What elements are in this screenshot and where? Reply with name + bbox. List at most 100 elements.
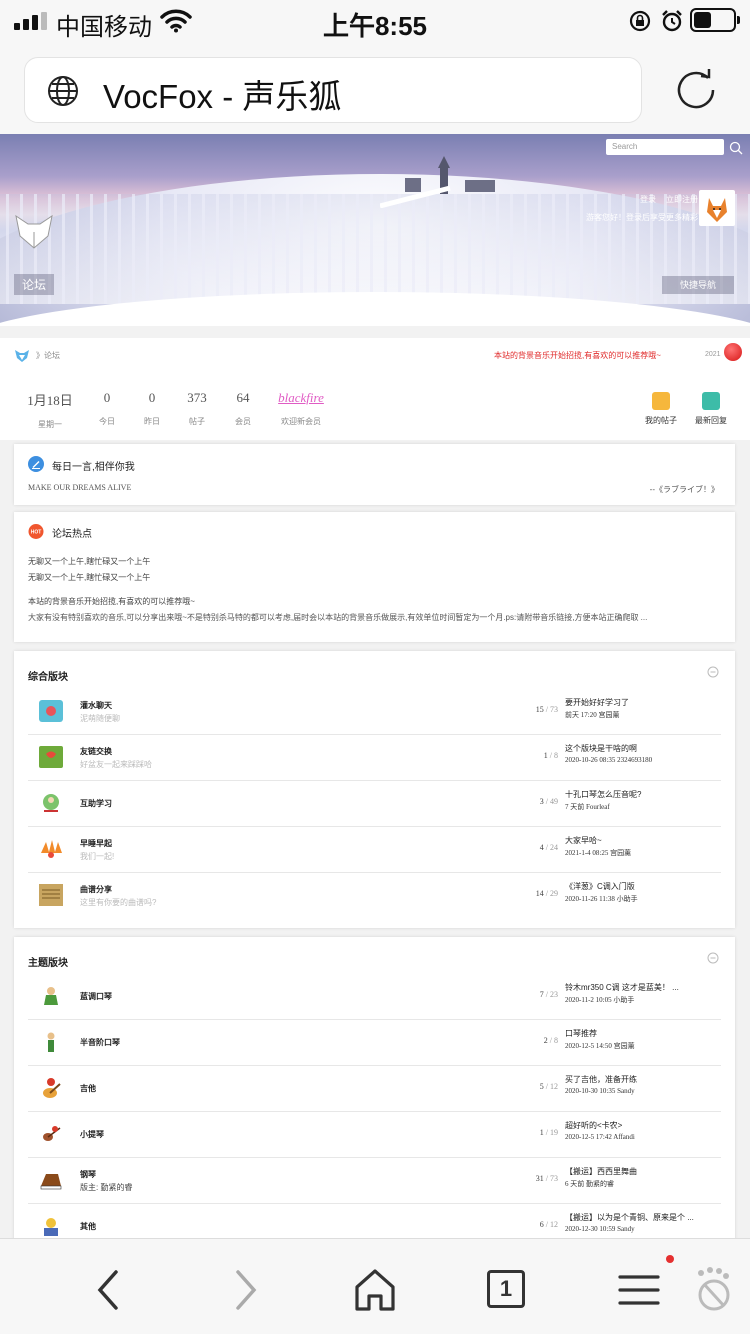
ad-block-icon[interactable] (690, 1265, 736, 1315)
avatar[interactable] (699, 190, 735, 226)
last-post-title[interactable]: 【搬运】以为是个青铜、原来是个 ... (565, 1212, 694, 1223)
post-count: 8 (554, 1036, 558, 1045)
forum-row[interactable]: 互助学习 3 / 49 十孔口琴怎么压音呢? 7 天前 Fourleaf (28, 781, 721, 827)
forum-name[interactable]: 吉他 (80, 1083, 96, 1094)
last-post-meta: 2020-10-30 10:35 Sandy (565, 1087, 635, 1095)
stat-date: 1月18日 星期一 (20, 390, 80, 430)
pen-icon (28, 456, 44, 472)
post-count: 23 (550, 990, 558, 999)
forum-name[interactable]: 其他 (80, 1221, 96, 1232)
post-count: 19 (550, 1128, 558, 1137)
sheet-music-icon (39, 884, 63, 906)
latest-replies-button[interactable]: 最新回复 (689, 392, 733, 426)
forum-name[interactable]: 灌水聊天 (80, 700, 112, 711)
blues-harmonica-icon (44, 987, 58, 1005)
forum-row[interactable]: 早睡早起 我们一起! 4 / 24 大家早哈~ 2021-1-4 08:25 宫… (28, 827, 721, 873)
last-post-meta: 前天 17:20 宫园薰 (565, 711, 620, 719)
last-post-title[interactable]: 超好听的<卡农> (565, 1120, 622, 1131)
register-link[interactable]: 立即注册 (666, 195, 698, 204)
last-post-title[interactable]: 这个版块是干啥的啊 (565, 743, 637, 754)
home-icon[interactable] (350, 1265, 400, 1315)
last-post-title[interactable]: 铃木mr350 C调 这才是蓝美！ ... (565, 982, 679, 993)
forum-name[interactable]: 曲谱分享 (80, 884, 112, 895)
daily-quote-text: MAKE OUR DREAMS ALIVE (28, 483, 132, 492)
forum-name[interactable]: 半音阶口琴 (80, 1037, 120, 1048)
announcement-text[interactable]: 本站的背景音乐开始招揽,有喜欢的可以推荐哦~ (494, 350, 661, 361)
hot-topic-link[interactable]: 无聊又一个上午,瞎忙碌又一个上午 (28, 556, 150, 567)
forum-name[interactable]: 互助学习 (80, 798, 112, 809)
last-post-meta: 2021-1-4 08:25 宫园薰 (565, 849, 632, 857)
last-post-title[interactable]: 【搬运】西西里舞曲 (565, 1166, 637, 1177)
section-title: 主题版块 (28, 958, 68, 969)
login-link[interactable]: 登录 (640, 195, 656, 204)
tabs-count: 1 (487, 1270, 525, 1308)
stat-newest-member: blackfire 欢迎新会员 (266, 390, 336, 427)
hot-icon: HOT (28, 524, 44, 539)
back-icon[interactable] (84, 1265, 134, 1315)
reload-icon[interactable] (674, 68, 718, 112)
newest-member-link[interactable]: blackfire (266, 390, 336, 406)
forum-counts: 14 / 29 (535, 889, 558, 898)
menu-icon[interactable] (614, 1265, 664, 1315)
search-input[interactable]: Search (606, 139, 724, 155)
forum-label[interactable]: 论坛 (14, 274, 55, 295)
collapse-icon[interactable] (707, 666, 719, 678)
my-posts-icon (652, 392, 670, 410)
tabs-button[interactable]: 1 (482, 1265, 532, 1315)
hot-topic-link[interactable]: 本站的背景音乐开始招揽,有喜欢的可以推荐哦~ (28, 596, 195, 607)
forum-name[interactable]: 友链交换 (80, 746, 112, 757)
last-post-title[interactable]: 口琴推荐 (565, 1028, 597, 1039)
forum-name[interactable]: 小提琴 (80, 1129, 104, 1140)
last-post-meta: 2020-12-5 17:42 Affandi (565, 1133, 635, 1141)
fox-avatar-icon (707, 198, 727, 222)
last-post-meta: 2020-12-30 10:59 Sandy (565, 1225, 635, 1233)
hot-topic-excerpt: 无聊又一个上午,瞎忙碌又一个上午 (28, 573, 151, 582)
hot-topics-title: 论坛热点 (52, 529, 92, 540)
page-title: VocFox - 声乐狐 (103, 78, 342, 115)
forum-moderator[interactable]: 版主: 勤紧的睿 (80, 1182, 132, 1193)
forum-row[interactable]: 友链交换 好盆友一起来踩踩哈 1 / 8 这个版块是干啥的啊 2020-10-2… (28, 735, 721, 781)
announcement-badge-icon (724, 343, 742, 361)
last-post-title[interactable]: 要开始好好学习了 (565, 697, 629, 708)
header-banner: 论坛 快捷导航 Search 登录 立即注册 游客您好！登录后享受更多精彩 (0, 134, 750, 326)
chromatic-harmonica-icon (47, 1032, 55, 1052)
home-fox-icon[interactable] (14, 347, 30, 363)
link-exchange-icon (39, 746, 63, 768)
forum-row[interactable]: 小提琴 1 / 19 超好听的<卡农> 2020-12-5 17:42 Affa… (28, 1112, 721, 1158)
stat-value: 64 (236, 390, 250, 405)
section-topic: 主题版块 蓝调口琴 7 / 23 铃木mr350 C调 这才是蓝美！ ... 2… (14, 937, 735, 1242)
globe-icon (48, 76, 78, 106)
last-post-meta: 2020-10-26 08:35 2324693180 (565, 756, 653, 764)
daily-quote-title: 每日一言,相伴你我 (52, 462, 135, 473)
latest-replies-icon (702, 392, 720, 410)
forum-description: 这里有你要的曲谱吗? (80, 898, 157, 907)
collapse-icon[interactable] (707, 952, 719, 964)
forum-row[interactable]: 蓝调口琴 7 / 23 铃木mr350 C调 这才是蓝美！ ... 2020-1… (28, 974, 721, 1020)
forum-name[interactable]: 蓝调口琴 (80, 991, 112, 1002)
last-post-title[interactable]: 大家早哈~ (565, 835, 602, 846)
forum-row[interactable]: 半音阶口琴 2 / 8 口琴推荐 2020-12-5 14:50 宫园薰 (28, 1020, 721, 1066)
forum-row[interactable]: 吉他 5 / 12 买了吉他，准备开练 2020-10-30 10:35 San… (28, 1066, 721, 1112)
breadcrumb-path[interactable]: 》论坛 (36, 350, 60, 361)
last-post-meta: 6 天前 勤紧的睿 (565, 1180, 614, 1188)
forum-row[interactable]: 钢琴 版主: 勤紧的睿 31 / 73 【搬运】西西里舞曲 6 天前 勤紧的睿 (28, 1158, 721, 1204)
notification-dot (666, 1255, 674, 1263)
stat-value: 1月18日 (27, 393, 73, 408)
forum-name[interactable]: 钢琴 (80, 1169, 96, 1180)
forum-counts: 3 / 49 (539, 797, 558, 806)
forum-name[interactable]: 早睡早起 (80, 838, 112, 849)
my-posts-button[interactable]: 我的帖子 (639, 392, 683, 426)
forum-counts: 5 / 12 (539, 1082, 558, 1091)
forum-row[interactable]: 曲谱分享 这里有你要的曲谱吗? 14 / 29 《洋葱》C调入门版 2020-1… (28, 873, 721, 919)
last-post-title[interactable]: 十孔口琴怎么压音呢? (565, 789, 641, 800)
forum-row[interactable]: 灌水聊天 泥萌随便聊 15 / 73 要开始好好学习了 前天 17:20 宫园薰 (28, 689, 721, 735)
forum-counts: 31 / 73 (535, 1174, 558, 1183)
last-post-title[interactable]: 买了吉他，准备开练 (565, 1074, 637, 1085)
forum-counts: 1 / 19 (539, 1128, 558, 1137)
banner-building-image (380, 156, 495, 208)
quick-nav-button[interactable]: 快捷导航 (662, 276, 734, 294)
last-post-title[interactable]: 《洋葱》C调入门版 (565, 881, 635, 892)
forward-icon[interactable] (220, 1265, 270, 1315)
url-field[interactable]: VocFox - 声乐狐 (24, 57, 642, 123)
search-icon[interactable] (729, 141, 743, 155)
